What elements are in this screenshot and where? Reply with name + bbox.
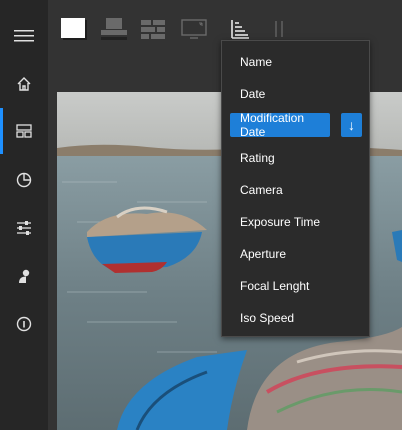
sort-option-label: Camera xyxy=(240,183,283,197)
sort-menu: Name Date Modification Date ↓ Rating Cam… xyxy=(221,40,370,337)
statistics-button[interactable] xyxy=(0,160,48,200)
sort-option-label: Focal Lenght xyxy=(240,279,310,293)
sort-icon xyxy=(231,20,249,39)
gallery-grid-icon xyxy=(16,124,32,138)
sort-option-camera[interactable]: Camera xyxy=(222,175,369,205)
stacked-view-icon xyxy=(101,18,127,40)
hamburger-menu-icon xyxy=(14,30,34,42)
sliders-icon xyxy=(17,221,31,235)
sort-option-label: Modification Date xyxy=(230,111,330,139)
about-button[interactable] xyxy=(0,304,48,344)
sort-option-modification-date[interactable]: Modification Date ↓ xyxy=(222,111,369,141)
fullscreen-button[interactable] xyxy=(178,14,210,44)
sort-option-label: Exposure Time xyxy=(240,215,321,229)
pause-icon xyxy=(275,21,283,37)
sort-option-name[interactable]: Name xyxy=(222,47,369,77)
sort-option-label: Name xyxy=(240,55,273,69)
home-icon xyxy=(17,77,31,91)
brick-grid-view-icon xyxy=(141,20,165,39)
brick-grid-view-button[interactable] xyxy=(137,14,169,44)
sort-option-exposure-time[interactable]: Exposure Time xyxy=(222,207,369,237)
sort-option-rating[interactable]: Rating xyxy=(222,143,369,173)
sort-option-iso-speed[interactable]: Iso Speed xyxy=(222,303,369,333)
hamburger-menu-button[interactable] xyxy=(0,16,48,56)
sort-option-label: Aperture xyxy=(240,247,287,261)
sort-option-label: Rating xyxy=(240,151,275,165)
gallery-button[interactable] xyxy=(0,111,48,151)
sidebar xyxy=(0,0,48,430)
sort-option-date[interactable]: Date xyxy=(222,79,369,109)
person-icon xyxy=(19,269,30,283)
sort-option-label: Iso Speed xyxy=(240,311,295,325)
single-view-button[interactable] xyxy=(58,14,90,44)
fullscreen-monitor-icon xyxy=(181,19,207,39)
home-button[interactable] xyxy=(0,64,48,104)
people-button[interactable] xyxy=(0,256,48,296)
pie-chart-icon xyxy=(16,172,32,188)
info-icon xyxy=(16,316,32,332)
sort-option-label: Date xyxy=(240,87,266,101)
stacked-view-button[interactable] xyxy=(97,14,129,44)
sort-option-aperture[interactable]: Aperture xyxy=(222,239,369,269)
sort-direction-button[interactable]: ↓ xyxy=(341,113,362,137)
single-view-icon xyxy=(61,18,87,40)
filters-button[interactable] xyxy=(0,208,48,248)
sort-option-focal-length[interactable]: Focal Lenght xyxy=(222,271,369,301)
